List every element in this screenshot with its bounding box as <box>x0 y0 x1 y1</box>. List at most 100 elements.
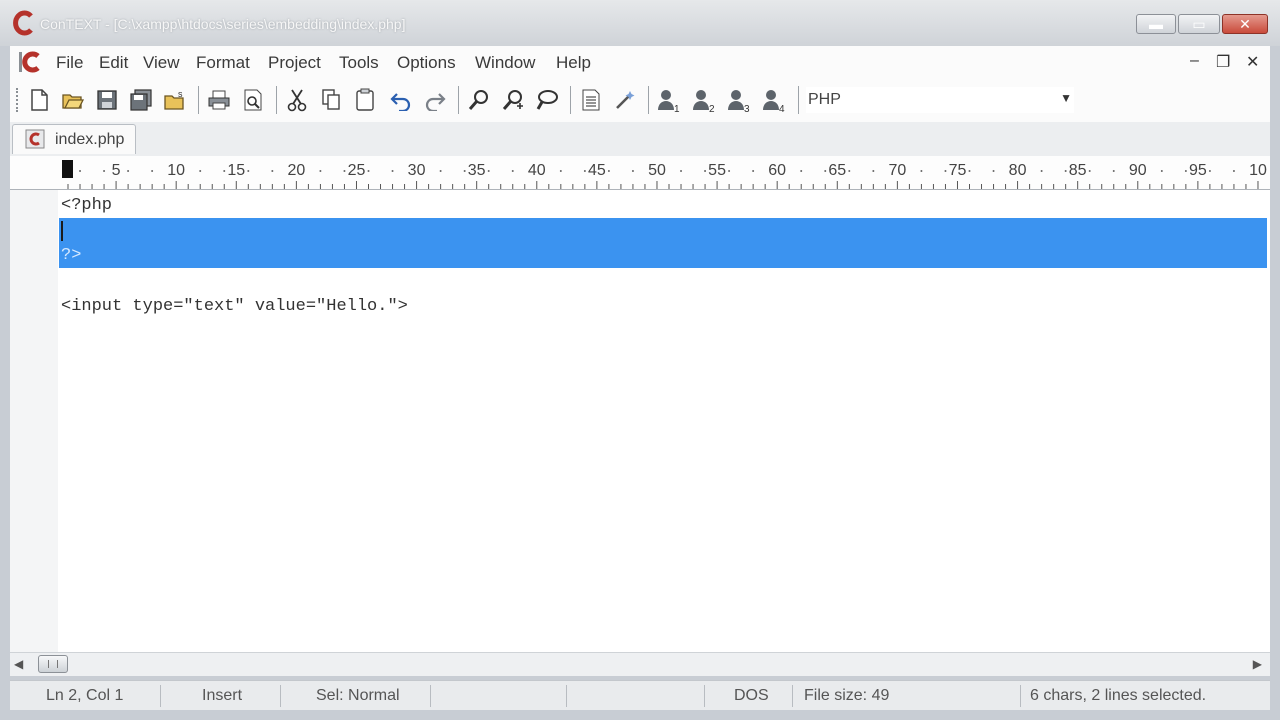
document-lines-icon <box>582 89 600 111</box>
ruler-label: 20 <box>287 162 305 179</box>
status-separator <box>704 685 705 707</box>
cut-icon <box>287 89 307 112</box>
scroll-right-arrow-icon[interactable]: ▶ <box>1253 657 1262 671</box>
toolbar-separator <box>198 86 199 114</box>
scroll-left-arrow-icon[interactable]: ◀ <box>14 657 23 671</box>
ruler-dot <box>872 170 875 172</box>
folder-close-icon: s <box>164 89 184 110</box>
ruler-dot <box>944 170 947 172</box>
code-line-1: <?php <box>61 196 113 215</box>
macro-2-label: 2 <box>709 104 715 115</box>
scrollbar-thumb[interactable] <box>38 655 68 673</box>
ruler-label: 75 <box>949 162 967 179</box>
find-button[interactable] <box>466 87 492 113</box>
redo-button[interactable] <box>422 87 448 113</box>
ruler-cursor-marker <box>62 160 73 178</box>
save-all-button[interactable] <box>128 87 154 113</box>
ruler-label: 90 <box>1129 162 1147 179</box>
app-logo-icon <box>13 10 33 36</box>
menu-options[interactable]: Options <box>397 53 456 73</box>
code-line-5: <input type="text" value="Hello."> <box>61 297 408 316</box>
menu-bar: File Edit View Format Project Tools Opti… <box>10 46 1270 78</box>
ruler-dot <box>1208 170 1211 172</box>
print-button[interactable] <box>206 87 232 113</box>
ruler-dot <box>103 170 106 172</box>
ruler-dot <box>511 170 514 172</box>
title-bar[interactable]: ConTEXT - [C:\xampp\htdocs\series\embedd… <box>0 0 1280 46</box>
text-caret <box>61 221 63 241</box>
ruler-label: 70 <box>888 162 906 179</box>
document-tab-strip: index.php <box>10 122 1270 156</box>
ruler-dot <box>848 170 851 172</box>
highlighter-select[interactable]: PHP ▼ <box>806 87 1074 113</box>
copy-button[interactable] <box>318 87 344 113</box>
exec-button[interactable] <box>612 87 638 113</box>
print-preview-icon <box>244 89 262 111</box>
open-file-button[interactable] <box>60 87 86 113</box>
ruler-label: 50 <box>648 162 666 179</box>
ruler-dot <box>79 170 82 172</box>
menu-project[interactable]: Project <box>268 53 321 73</box>
column-ruler: 5 10 15 20 25 30 35 40 45 50 55 60 65 70 75 80 85 90 95 10 <box>10 156 1270 190</box>
ruler-ticks: 5 10 15 20 25 30 35 40 45 50 55 60 65 70 75 80 85 90 95 10 <box>62 160 1267 189</box>
print-icon <box>208 90 230 110</box>
menu-edit[interactable]: Edit <box>99 53 128 73</box>
window-title: ConTEXT - [C:\xampp\htdocs\series\embedd… <box>40 16 406 32</box>
status-separator <box>160 685 161 707</box>
grip-icon <box>48 660 58 668</box>
ruler-dot <box>391 170 394 172</box>
window-close-button[interactable]: ✕ <box>1222 14 1268 34</box>
editor-gutter[interactable] <box>10 190 58 652</box>
insert-mode[interactable]: Insert <box>202 687 242 705</box>
document-menu-icon[interactable] <box>18 50 42 74</box>
ruler-dot <box>583 170 586 172</box>
ruler-dot <box>127 170 130 172</box>
maximize-icon: ▭ <box>1192 15 1206 32</box>
close-icon: ✕ <box>1239 15 1251 32</box>
find-next-button[interactable] <box>500 87 526 113</box>
replace-button[interactable] <box>534 87 560 113</box>
menu-view[interactable]: View <box>143 53 180 73</box>
toolbar-separator <box>570 86 571 114</box>
menu-tools[interactable]: Tools <box>339 53 379 73</box>
ruler-label: 15 <box>227 162 245 179</box>
undo-button[interactable] <box>388 87 414 113</box>
ruler-dot <box>439 170 442 172</box>
line-ending: DOS <box>734 687 769 704</box>
new-file-button[interactable] <box>26 87 52 113</box>
highlighter-value: PHP <box>808 91 841 108</box>
close-file-button[interactable]: s <box>162 87 188 113</box>
menu-format[interactable]: Format <box>196 53 250 73</box>
horizontal-scrollbar[interactable]: ◀ ▶ <box>10 652 1270 676</box>
code-editor[interactable]: <?php ?> <input type="text" value="Hello… <box>10 190 1270 652</box>
selection-mode[interactable]: Sel: Normal <box>316 687 400 705</box>
ruler-dot <box>1040 170 1043 172</box>
ruler-label: 10 <box>167 162 185 179</box>
ruler-label: 40 <box>528 162 546 179</box>
menu-window[interactable]: Window <box>475 53 535 73</box>
file-compare-button[interactable] <box>578 87 604 113</box>
menu-help[interactable]: Help <box>556 53 591 73</box>
ruler-label: 85 <box>1069 162 1087 179</box>
ruler-dot <box>1232 170 1235 172</box>
menu-file[interactable]: File <box>56 53 83 73</box>
ruler-dot <box>824 170 827 172</box>
status-separator <box>1020 685 1021 707</box>
tab-index-php[interactable]: index.php <box>12 124 136 154</box>
chevron-down-icon[interactable]: ▼ <box>1060 91 1072 105</box>
mdi-restore-button[interactable]: ❐ <box>1216 52 1230 72</box>
print-preview-button[interactable] <box>240 87 266 113</box>
ruler-dot <box>968 170 971 172</box>
ruler-dot <box>1112 170 1115 172</box>
save-button[interactable] <box>94 87 120 113</box>
mdi-minimize-button[interactable]: – <box>1190 52 1199 70</box>
ruler-dot <box>1184 170 1187 172</box>
window-minimize-button[interactable]: ▬ <box>1136 14 1176 34</box>
cut-button[interactable] <box>284 87 310 113</box>
paste-button[interactable] <box>352 87 378 113</box>
tab-label: index.php <box>55 131 125 148</box>
window-maximize-button[interactable]: ▭ <box>1178 14 1220 34</box>
toolbar-grip[interactable] <box>16 88 19 112</box>
ruler-label: 25 <box>348 162 366 179</box>
mdi-close-button[interactable]: ✕ <box>1246 52 1259 72</box>
